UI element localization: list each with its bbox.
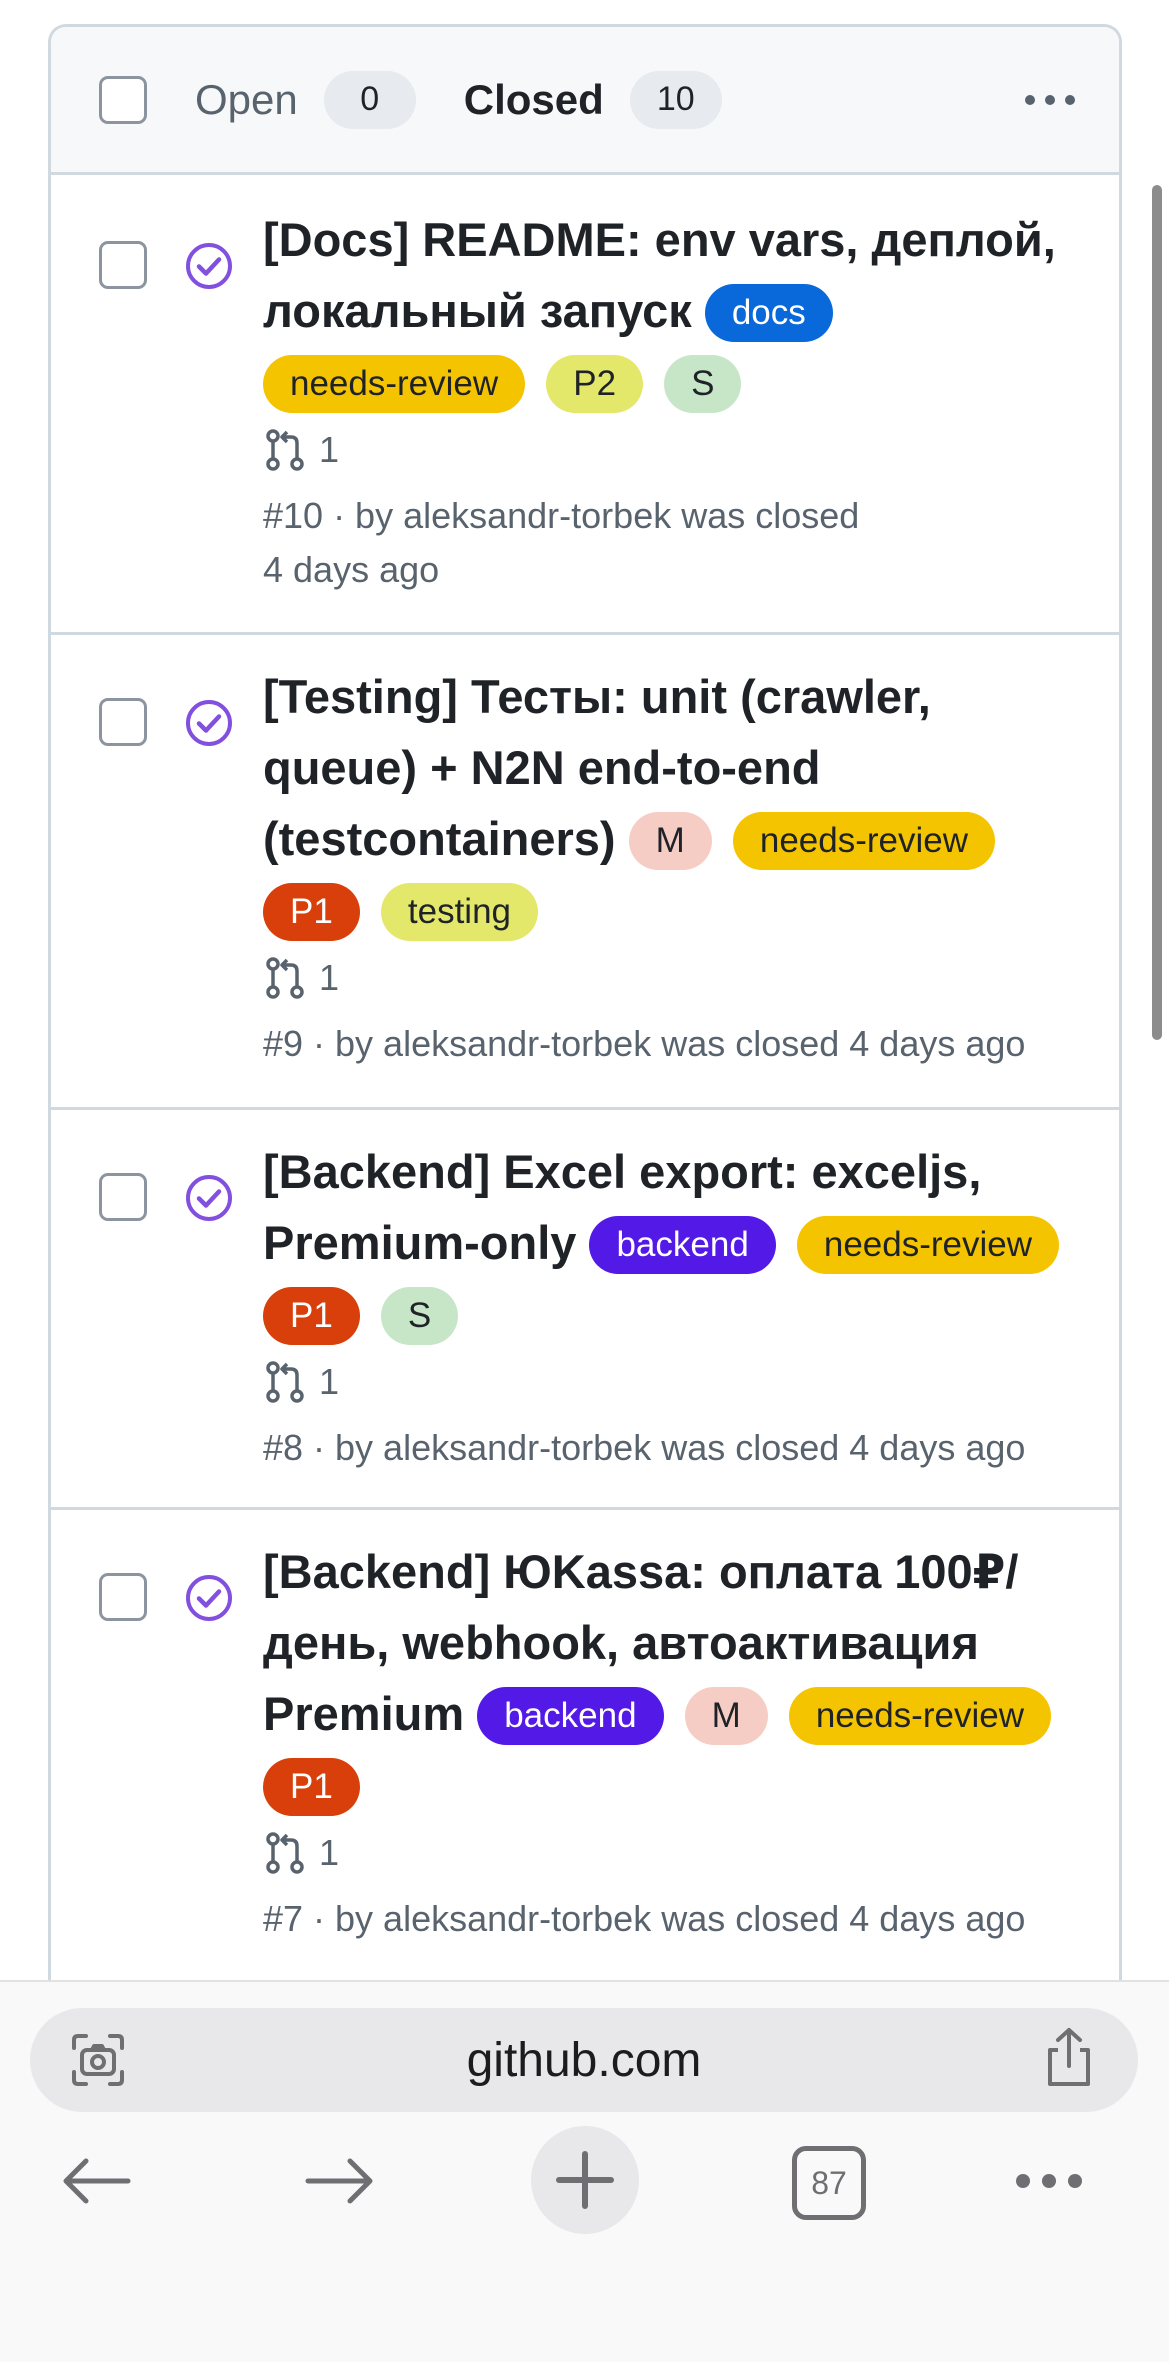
linked-pr[interactable]: 1 — [263, 417, 1079, 483]
tab-open-label: Open — [195, 75, 298, 123]
label-badge[interactable]: backend — [477, 1687, 664, 1745]
pull-request-icon — [266, 1832, 304, 1874]
check-circle-icon — [186, 1175, 232, 1221]
label-badge[interactable]: backend — [589, 1216, 776, 1274]
check-circle-icon — [186, 243, 232, 289]
issue-title-block: [Backend] ЮKassa: оплата 100₽/день, webh… — [263, 1536, 1079, 1820]
select-all-checkbox[interactable] — [99, 75, 147, 124]
pr-count: 1 — [319, 1832, 340, 1873]
issue-meta: #10 · by aleksandr-torbek was closed 4 d… — [263, 489, 1079, 597]
label-badge[interactable]: P1 — [263, 1758, 360, 1816]
pull-request-icon — [266, 1361, 304, 1403]
issue-title-block: [Backend] Excel export: exceljs, Premium… — [263, 1136, 1079, 1349]
tab-closed[interactable]: Closed 10 — [463, 70, 722, 129]
browser-toolbar: github.com 87 — [0, 1980, 1169, 2362]
label-badge[interactable]: P2 — [546, 355, 644, 413]
share-icon[interactable] — [1038, 2026, 1100, 2090]
open-count-badge: 0 — [323, 70, 416, 129]
more-options-icon[interactable] — [1025, 94, 1075, 105]
issues-panel: Open 0 Closed 10 [Docs] README: env vars… — [48, 24, 1122, 2014]
arrow-right-icon[interactable] — [304, 2156, 376, 2206]
label-badge[interactable]: M — [684, 1687, 768, 1745]
issue-row[interactable]: [Backend] ЮKassa: оплата 100₽/день, webh… — [51, 1510, 1119, 1985]
tab-count: 87 — [811, 2164, 847, 2201]
tab-open[interactable]: Open 0 — [195, 70, 416, 129]
issue-row[interactable]: [Testing] Тесты: unit (crawler, queue) +… — [51, 635, 1119, 1110]
page-scrollbar[interactable] — [1152, 185, 1162, 1040]
label-badge[interactable]: S — [380, 1287, 459, 1345]
issue-meta-line: 4 days ago — [263, 549, 440, 590]
tabs-button[interactable]: 87 — [792, 2146, 866, 2220]
pull-request-icon — [266, 957, 304, 999]
check-circle-icon — [186, 700, 232, 746]
label-badge[interactable]: testing — [380, 883, 538, 941]
linked-pr[interactable]: 1 — [263, 945, 1079, 1011]
more-icon[interactable] — [1016, 2174, 1082, 2188]
label-badge[interactable]: docs — [704, 284, 833, 342]
issue-meta: #9 · by aleksandr-torbek was closed 4 da… — [263, 1023, 1026, 1064]
tab-closed-label: Closed — [463, 75, 604, 123]
label-badge[interactable]: S — [664, 355, 742, 413]
issue-checkbox[interactable] — [99, 241, 147, 289]
label-badge[interactable]: needs-review — [796, 1216, 1060, 1274]
label-badge[interactable]: P1 — [263, 1287, 360, 1345]
pr-count: 1 — [319, 1361, 340, 1402]
pull-request-icon — [266, 429, 304, 471]
label-badge[interactable]: needs-review — [732, 812, 996, 870]
address-bar[interactable]: github.com — [30, 2008, 1138, 2112]
linked-pr[interactable]: 1 — [263, 1349, 1079, 1415]
url-text: github.com — [466, 2033, 702, 2087]
issue-checkbox[interactable] — [99, 1573, 147, 1621]
issue-title-block: [Docs] README: env vars, деплой, локальн… — [263, 204, 1079, 417]
new-tab-button[interactable] — [531, 2126, 639, 2234]
arrow-left-icon[interactable] — [60, 2156, 132, 2206]
issue-row[interactable]: [Backend] Excel export: exceljs, Premium… — [51, 1110, 1119, 1510]
visual-search-icon[interactable] — [68, 2030, 128, 2090]
issue-meta: #8 · by aleksandr-torbek was closed 4 da… — [263, 1427, 1026, 1468]
label-badge[interactable]: needs-review — [788, 1687, 1051, 1745]
linked-pr[interactable]: 1 — [263, 1820, 1079, 1886]
check-circle-icon — [186, 1575, 232, 1621]
label-badge[interactable]: M — [628, 812, 712, 870]
closed-count-badge: 10 — [629, 70, 722, 129]
pr-count: 1 — [319, 429, 340, 470]
pr-count: 1 — [319, 957, 340, 998]
plus-icon — [556, 2151, 614, 2209]
issue-checkbox[interactable] — [99, 1173, 147, 1221]
issues-header: Open 0 Closed 10 — [51, 27, 1119, 175]
issue-title-link[interactable]: [Docs] README: env vars, деплой, локальн… — [263, 213, 1056, 337]
label-badge[interactable]: P1 — [263, 883, 360, 941]
label-badge[interactable]: needs-review — [263, 355, 526, 413]
issue-checkbox[interactable] — [99, 698, 147, 746]
issue-meta-line: #10 · by aleksandr-torbek was closed — [263, 495, 860, 536]
issue-title-block: [Testing] Тесты: unit (crawler, queue) +… — [263, 661, 1079, 945]
issue-row[interactable]: [Docs] README: env vars, деплой, локальн… — [51, 178, 1119, 635]
issue-meta: #7 · by aleksandr-torbek was closed 4 da… — [263, 1898, 1026, 1939]
